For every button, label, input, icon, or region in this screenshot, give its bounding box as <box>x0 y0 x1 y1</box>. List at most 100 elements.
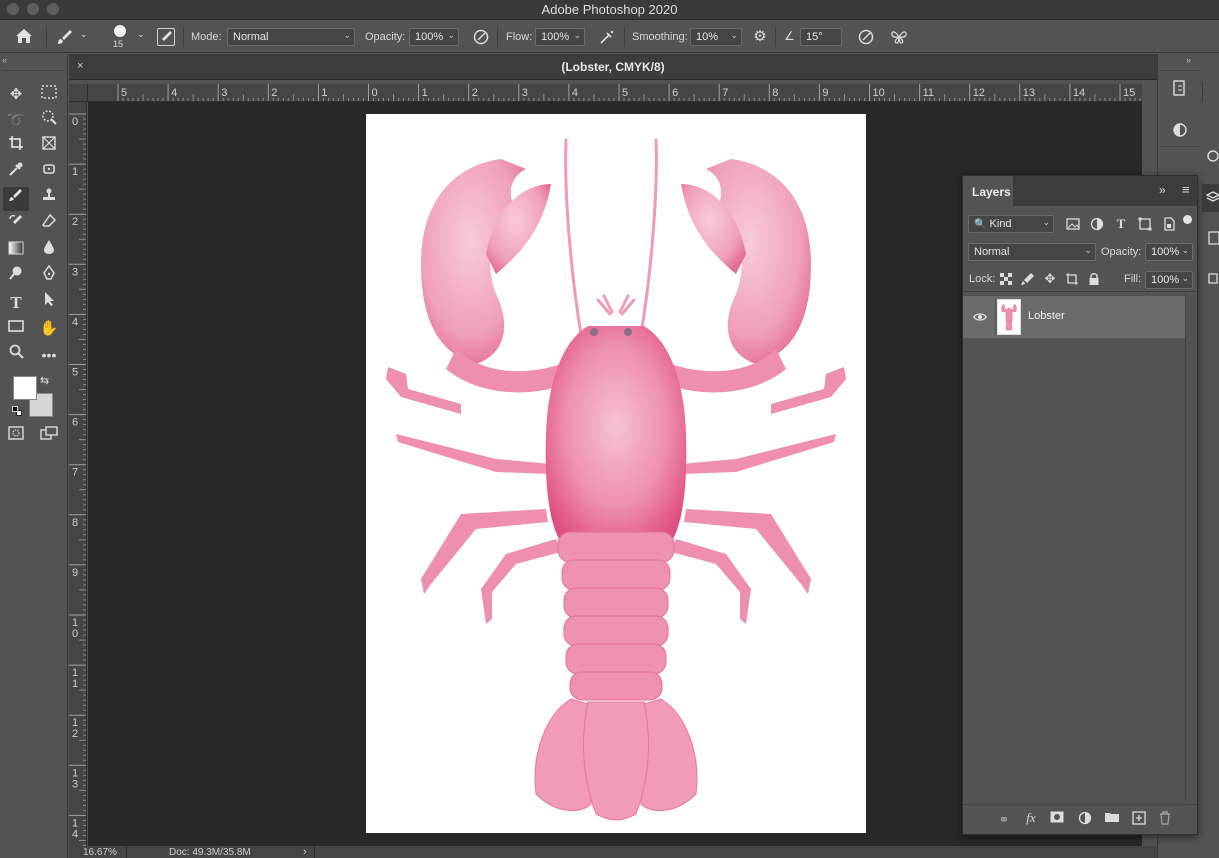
chevron-down-icon[interactable]: ⌄ <box>80 29 88 40</box>
gear-icon[interactable]: ⚙ <box>751 27 769 45</box>
dodge-tool-icon[interactable] <box>3 265 29 289</box>
filter-type-icon[interactable]: T <box>1114 216 1128 231</box>
channels-panel-icon[interactable] <box>1206 230 1219 246</box>
screen-mode-icon[interactable] <box>36 424 62 448</box>
pressure-opacity-icon[interactable] <box>472 28 490 46</box>
layer-name[interactable]: Lobster <box>1028 310 1065 322</box>
ruler-origin[interactable] <box>69 84 88 102</box>
hand-tool-icon[interactable]: ✋ <box>36 317 62 341</box>
trash-icon[interactable] <box>1158 811 1172 825</box>
layer-row[interactable]: Lobster <box>963 296 1185 338</box>
frame-tool-icon[interactable] <box>36 135 62 159</box>
blend-mode-dropdown[interactable]: Normal ⌄ <box>968 243 1096 261</box>
move-tool-icon[interactable]: ✥ <box>3 83 29 107</box>
pen-tool-icon[interactable] <box>36 264 62 289</box>
ruler-v-label: 3 <box>72 778 78 790</box>
zoom-tool-icon[interactable] <box>3 343 29 367</box>
flow-label: Flow: <box>506 31 533 43</box>
filter-smart-object-icon[interactable] <box>1162 217 1176 231</box>
layer-style-fx-icon[interactable]: fx <box>1023 810 1039 826</box>
tools-panel: « ✥ ➰ T ✋ ••• ⇆ <box>0 54 68 858</box>
gradient-tool-icon[interactable] <box>3 239 29 263</box>
fill-input[interactable]: 100% ⌄ <box>1145 271 1193 289</box>
brush-tool-icon[interactable] <box>3 187 29 211</box>
angle-input[interactable]: 15° <box>800 28 842 46</box>
airbrush-icon[interactable] <box>598 28 616 46</box>
horizontal-ruler[interactable]: 5 4 3 2 1 0 1 2 3 4 5 6 7 8 9 10 11 12 13 14 15 <box>88 84 1142 102</box>
layers-scrollbar[interactable] <box>1185 292 1197 802</box>
chevron-down-icon[interactable]: ⌄ <box>137 29 145 40</box>
pressure-size-icon[interactable] <box>857 28 875 46</box>
add-mask-icon[interactable] <box>1050 811 1064 825</box>
layer-opacity-input[interactable]: 100% ⌄ <box>1145 243 1193 261</box>
home-icon[interactable] <box>13 27 35 47</box>
new-group-folder-icon[interactable] <box>1104 811 1120 825</box>
mode-dropdown[interactable]: Normal ⌄ <box>227 28 355 46</box>
opacity-input[interactable]: 100% ⌄ <box>409 28 459 46</box>
mode-label: Mode: <box>191 31 222 43</box>
lobster-artwork <box>386 138 846 821</box>
clone-stamp-tool-icon[interactable] <box>36 187 62 211</box>
more-tools-icon[interactable]: ••• <box>36 343 62 367</box>
quick-mask-icon[interactable] <box>3 424 29 448</box>
filter-toggle-icon[interactable] <box>1183 215 1192 224</box>
history-brush-tool-icon[interactable] <box>3 213 29 237</box>
ruler-h-label: 11 <box>923 87 934 99</box>
smoothing-input[interactable]: 10% ⌄ <box>690 28 742 46</box>
eye-icon[interactable] <box>973 310 987 324</box>
filter-shape-icon[interactable] <box>1138 217 1152 231</box>
type-tool-icon[interactable]: T <box>3 291 29 315</box>
spot-healing-tool-icon[interactable] <box>36 161 62 185</box>
blur-tool-icon[interactable] <box>36 239 62 263</box>
crop-tool-icon[interactable] <box>3 135 29 159</box>
lock-artboard-icon[interactable] <box>1065 272 1079 286</box>
link-layers-icon[interactable]: ⚭ <box>996 812 1012 827</box>
filter-pixel-icon[interactable] <box>1066 217 1080 231</box>
filter-adjustment-icon[interactable] <box>1090 217 1104 231</box>
ruler-v-label: 0 <box>72 116 78 128</box>
options-bar: ⌄ 15 ⌄ Mode: Normal ⌄ Opacity: 100% ⌄ Flow… <box>0 21 1219 53</box>
new-layer-icon[interactable] <box>1132 811 1146 825</box>
color-panel-icon[interactable] <box>1206 149 1219 163</box>
lock-all-icon[interactable] <box>1088 272 1100 286</box>
history-panel-icon[interactable] <box>1170 78 1190 98</box>
libraries-panel-icon[interactable] <box>1206 270 1219 286</box>
symmetry-butterfly-icon[interactable] <box>889 28 909 46</box>
path-selection-tool-icon[interactable] <box>36 291 62 315</box>
angle-value: 15° <box>806 31 823 43</box>
collapse-panel-icon[interactable]: » <box>1159 183 1166 197</box>
layers-panel-icon[interactable] <box>1202 184 1219 212</box>
lock-position-icon[interactable]: ✥ <box>1043 272 1057 286</box>
brush-size-picker[interactable]: 15 <box>110 25 130 51</box>
ruler-h-label: 10 <box>873 87 885 99</box>
default-colors-icon[interactable] <box>12 406 22 416</box>
ruler-v-label: 9 <box>72 567 78 579</box>
brush-settings-panel-icon[interactable] <box>157 28 175 46</box>
blend-mode-value: Normal <box>974 246 1010 258</box>
vertical-ruler[interactable]: 01234567891011121314 <box>69 102 87 858</box>
rectangle-tool-icon[interactable] <box>3 317 29 341</box>
foreground-color-swatch[interactable] <box>13 376 37 400</box>
flow-value: 100% <box>541 31 570 43</box>
tab-layers[interactable]: Layers <box>963 176 1013 206</box>
eyedropper-tool-icon[interactable] <box>3 161 29 185</box>
chevron-right-icon[interactable]: › <box>303 846 307 858</box>
lock-image-pixels-icon[interactable] <box>1021 272 1035 286</box>
flow-input[interactable]: 100% ⌄ <box>535 28 585 46</box>
expand-panels-icon[interactable]: » <box>1186 55 1191 65</box>
lasso-tool-icon[interactable]: ➰ <box>3 109 29 133</box>
collapse-panel-icon[interactable]: « <box>2 55 7 65</box>
swap-colors-icon[interactable]: ⇆ <box>40 374 49 387</box>
layer-filter-dropdown[interactable]: 🔍 Kind ⌄ <box>968 215 1054 233</box>
quick-selection-tool-icon[interactable] <box>36 109 62 133</box>
brush-preset-icon[interactable] <box>55 27 75 47</box>
new-adjustment-layer-icon[interactable] <box>1078 811 1092 825</box>
eraser-tool-icon[interactable] <box>36 213 62 237</box>
document-canvas[interactable] <box>366 114 866 833</box>
rect-marquee-tool-icon[interactable] <box>36 83 62 107</box>
panel-menu-icon[interactable]: ≡ <box>1182 182 1190 197</box>
lock-transparent-pixels-icon[interactable] <box>1000 273 1012 285</box>
document-tab-title[interactable]: (Lobster, CMYK/8) <box>69 60 1157 74</box>
zoom-level[interactable]: 16.67% <box>83 847 117 858</box>
adjustment-panel-icon[interactable] <box>1170 120 1190 140</box>
